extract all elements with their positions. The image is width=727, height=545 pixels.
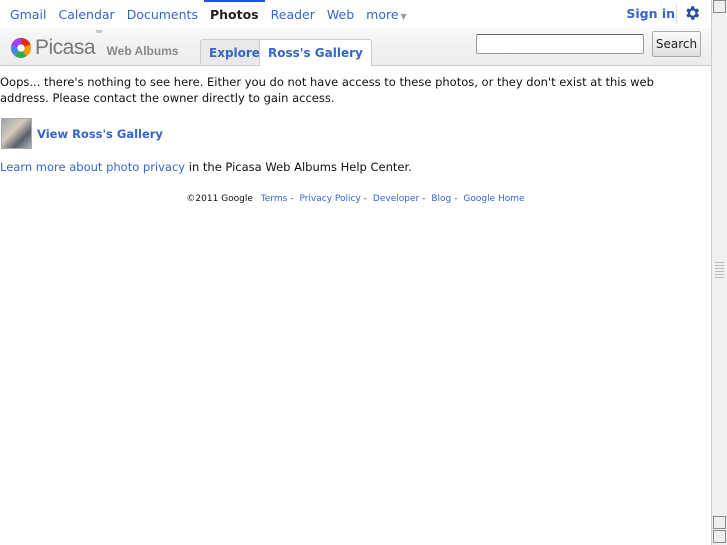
privacy-suffix: in the Picasa Web Albums Help Center. <box>185 160 412 174</box>
chevron-down-icon: ▼ <box>400 12 407 21</box>
nav-documents[interactable]: Documents <box>121 0 204 28</box>
footer-terms-link[interactable]: Terms <box>261 194 288 204</box>
privacy-note: Learn more about photo privacy in the Pi… <box>0 160 412 174</box>
nav-gmail[interactable]: Gmail <box>0 0 52 28</box>
footer-separator: - <box>290 194 294 204</box>
brand-name: Picasa™ <box>35 30 102 59</box>
vertical-scrollbar[interactable] <box>711 0 727 545</box>
scroll-down-button[interactable] <box>713 530 726 543</box>
nav-photos[interactable]: Photos <box>203 0 265 28</box>
footer-separator: - <box>422 194 426 204</box>
nav-calendar[interactable]: Calendar <box>52 0 120 28</box>
google-bar: Gmail Calendar Documents Photos Reader W… <box>0 0 711 28</box>
error-message: Oops... there's nothing to see here. Eit… <box>0 75 654 105</box>
picasa-pinwheel-icon <box>10 37 32 59</box>
brand-subtitle: Web Albums <box>106 44 179 58</box>
picasa-logo[interactable]: Picasa™ Web Albums <box>10 30 179 61</box>
search-button[interactable]: Search <box>652 31 701 57</box>
avatar <box>1 118 32 149</box>
nav-reader[interactable]: Reader <box>265 0 321 28</box>
search-input[interactable] <box>476 34 644 54</box>
view-gallery-label: View Ross's Gallery <box>37 126 163 141</box>
sign-in-link[interactable]: Sign in <box>626 6 675 21</box>
scroll-grip-icon[interactable] <box>715 262 724 278</box>
scroll-down-button[interactable] <box>713 516 726 529</box>
nav-more[interactable]: more ▼ <box>360 0 413 28</box>
footer: ©2011 Google Terms - Privacy Policy - Deve… <box>0 194 711 204</box>
footer-separator: - <box>363 194 368 204</box>
google-nav: Gmail Calendar Documents Photos Reader W… <box>0 0 413 28</box>
footer-separator: - <box>454 194 458 204</box>
footer-developer-link[interactable]: Developer <box>373 194 419 204</box>
gear-icon[interactable] <box>676 4 703 24</box>
footer-blog-link[interactable]: Blog <box>431 194 451 204</box>
nav-web[interactable]: Web <box>321 0 360 28</box>
tab-ross-gallery[interactable]: Ross's Gallery <box>259 39 372 66</box>
view-gallery-link[interactable]: View Ross's Gallery <box>1 118 163 149</box>
nav-more-label: more <box>366 7 399 22</box>
scroll-up-button[interactable] <box>713 0 726 13</box>
copyright: ©2011 Google <box>186 194 253 204</box>
footer-google-home-link[interactable]: Google Home <box>463 194 524 204</box>
photo-privacy-link[interactable]: Learn more about photo privacy <box>0 160 185 174</box>
footer-privacy-link[interactable]: Privacy Policy <box>299 194 360 204</box>
